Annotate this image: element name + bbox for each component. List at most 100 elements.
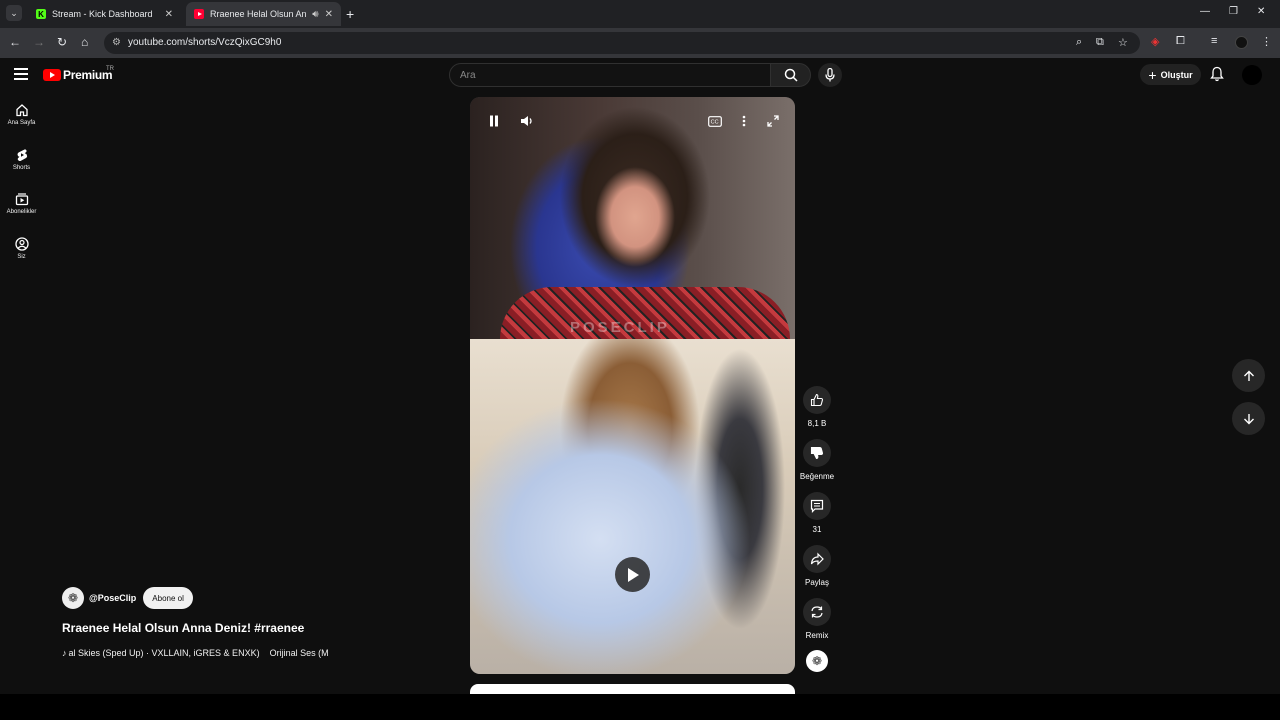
tab-youtube-short[interactable]: Rraenee Helal Olsun Anna D 🔊︎ ✕ [186,2,341,26]
volume-icon[interactable] [519,113,535,129]
forward-icon[interactable]: → [33,35,45,49]
pause-icon[interactable] [486,113,502,129]
remix-label: Remix [805,631,829,640]
comment-count: 31 [812,525,822,534]
fullscreen-icon[interactable] [765,113,781,129]
minimize-icon[interactable]: — [1200,6,1210,17]
tab-title: Stream - Kick Dashboard [52,9,153,19]
close-window-icon[interactable]: ✕ [1257,6,1265,17]
close-tab-icon[interactable]: ✕ [325,9,333,20]
streamer-webcam-frame: POSECLIP [470,97,795,339]
shorts-icon [17,149,27,162]
plus-icon: + [1148,66,1157,83]
previous-short-button[interactable] [1232,359,1265,392]
microphone-icon [825,68,835,82]
youtube-logo-icon [43,69,61,81]
extensions-puzzle-icon[interactable]: ⧠ [1176,35,1185,48]
comments-button[interactable]: 31 [799,492,835,534]
audio-playing-icon[interactable]: 🔊︎ [312,9,318,20]
share-icon [810,552,824,566]
close-tab-icon[interactable]: ✕ [165,9,173,20]
create-button[interactable]: + Oluştur [1140,64,1201,85]
extension-icon[interactable]: ◈ [1151,35,1159,48]
new-tab-button[interactable]: + [346,6,354,22]
music-track: al Skies (Sped Up) · VXLLAIN, iGRES & EN… [68,648,260,658]
home-icon [15,104,28,117]
channel-avatar-icon[interactable]: ❁ [806,650,828,672]
play-icon [627,567,639,582]
search-button[interactable] [770,63,811,87]
install-app-icon[interactable]: ⧉ [1096,36,1104,49]
subscriptions-icon [15,193,28,206]
next-short-button[interactable] [1232,402,1265,435]
bookmark-star-icon[interactable]: ☆ [1118,36,1128,49]
bottom-strip [0,694,1280,720]
site-info-icon[interactable]: ⚙︎ [112,37,121,48]
country-code: TR [106,66,114,72]
dislike-label: Beğenme [799,472,835,481]
music-ticker[interactable]: ♪ al Skies (Sped Up) · VXLLAIN, iGRES & E… [62,648,332,658]
music-note-icon: ♪ [62,648,67,658]
subscribe-button[interactable]: Abone ol [143,587,193,609]
url-text[interactable]: youtube.com/shorts/VczQixGC9h0 [128,37,281,48]
kick-icon: K [36,9,46,19]
browser-toolbar: ← → ↻ ⌂ ⚙︎ youtube.com/shorts/VczQixGC9h… [0,28,1280,58]
tab-title: Rraenee Helal Olsun Anna D [210,9,307,19]
thumbs-up-icon [810,393,824,407]
next-short-preview[interactable] [470,684,795,694]
create-label: Oluştur [1160,69,1193,80]
hamburger-menu-icon[interactable] [14,68,28,80]
search-box [449,63,811,87]
channel-name[interactable]: @PoseClip [89,593,136,603]
video-title: Rraenee Helal Olsun Anna Deniz! #rraenee [62,621,305,635]
search-icon [784,68,798,82]
restore-icon[interactable]: ❐ [1229,6,1238,17]
back-icon[interactable]: ← [9,35,21,49]
tab-search-button[interactable]: ⌄ [6,5,22,21]
user-icon [14,237,29,251]
search-input[interactable] [449,63,771,87]
like-count: 8,1 B [807,419,827,428]
browser-menu-icon[interactable]: ⋮ [1261,35,1272,48]
shorts-video-player[interactable]: POSECLIP CC [470,97,795,674]
thumbs-down-icon [810,446,824,460]
sidebar-item-label: Siz [17,254,26,260]
home-icon[interactable]: ⌂ [81,35,88,49]
svg-text:CC: CC [711,119,719,125]
sidebar-item-you[interactable]: Siz [0,237,43,260]
video-watermark: POSECLIP [570,319,670,336]
sidebar-item-subscriptions[interactable]: Abonelikler [0,192,43,215]
arrow-down-icon [1243,413,1254,424]
zoom-icon[interactable]: ⌕ [1076,36,1082,49]
notifications-bell-icon[interactable] [1210,66,1224,87]
youtube-icon [194,9,204,19]
voice-search-button[interactable] [818,63,842,87]
account-avatar[interactable] [1242,65,1262,85]
sidebar-item-label: Ana Sayfa [7,120,36,126]
dislike-button[interactable]: Beğenme [799,439,835,481]
sidebar-item-label: Abonelikler [6,209,37,215]
reload-icon[interactable]: ↻ [57,35,67,49]
remix-button[interactable]: Remix [799,598,835,640]
like-button[interactable]: 8,1 B [799,386,835,428]
sidebar-item-home[interactable]: Ana Sayfa [0,103,43,126]
media-controls-icon[interactable]: ≡ [1211,35,1217,47]
browser-tab-bar: ⌄ K Stream - Kick Dashboard ✕ Rraenee He… [0,0,1280,28]
share-label: Paylaş [804,578,829,587]
captions-icon[interactable]: CC [707,113,723,129]
address-bar[interactable]: ⚙︎ youtube.com/shorts/VczQixGC9h0 ⌕ ⧉ ☆ [104,32,1140,54]
play-button[interactable] [615,557,650,592]
channel-row: ❁ @PoseClip Abone ol [62,587,193,609]
clip-frame [470,339,795,674]
tab-kick-dashboard[interactable]: K Stream - Kick Dashboard ✕ [28,2,181,26]
sidebar-item-shorts[interactable]: Shorts [0,148,43,171]
youtube-premium-logo[interactable]: Premium [43,68,113,82]
share-button[interactable]: Paylaş [799,545,835,587]
original-sound: Orijinal Ses (M [269,648,329,658]
profile-avatar[interactable] [1235,36,1248,49]
sidebar-item-label: Shorts [12,165,31,171]
remix-icon [811,606,823,618]
comment-icon [810,499,824,513]
more-options-icon[interactable] [736,113,752,129]
channel-avatar-icon[interactable]: ❁ [62,587,84,609]
